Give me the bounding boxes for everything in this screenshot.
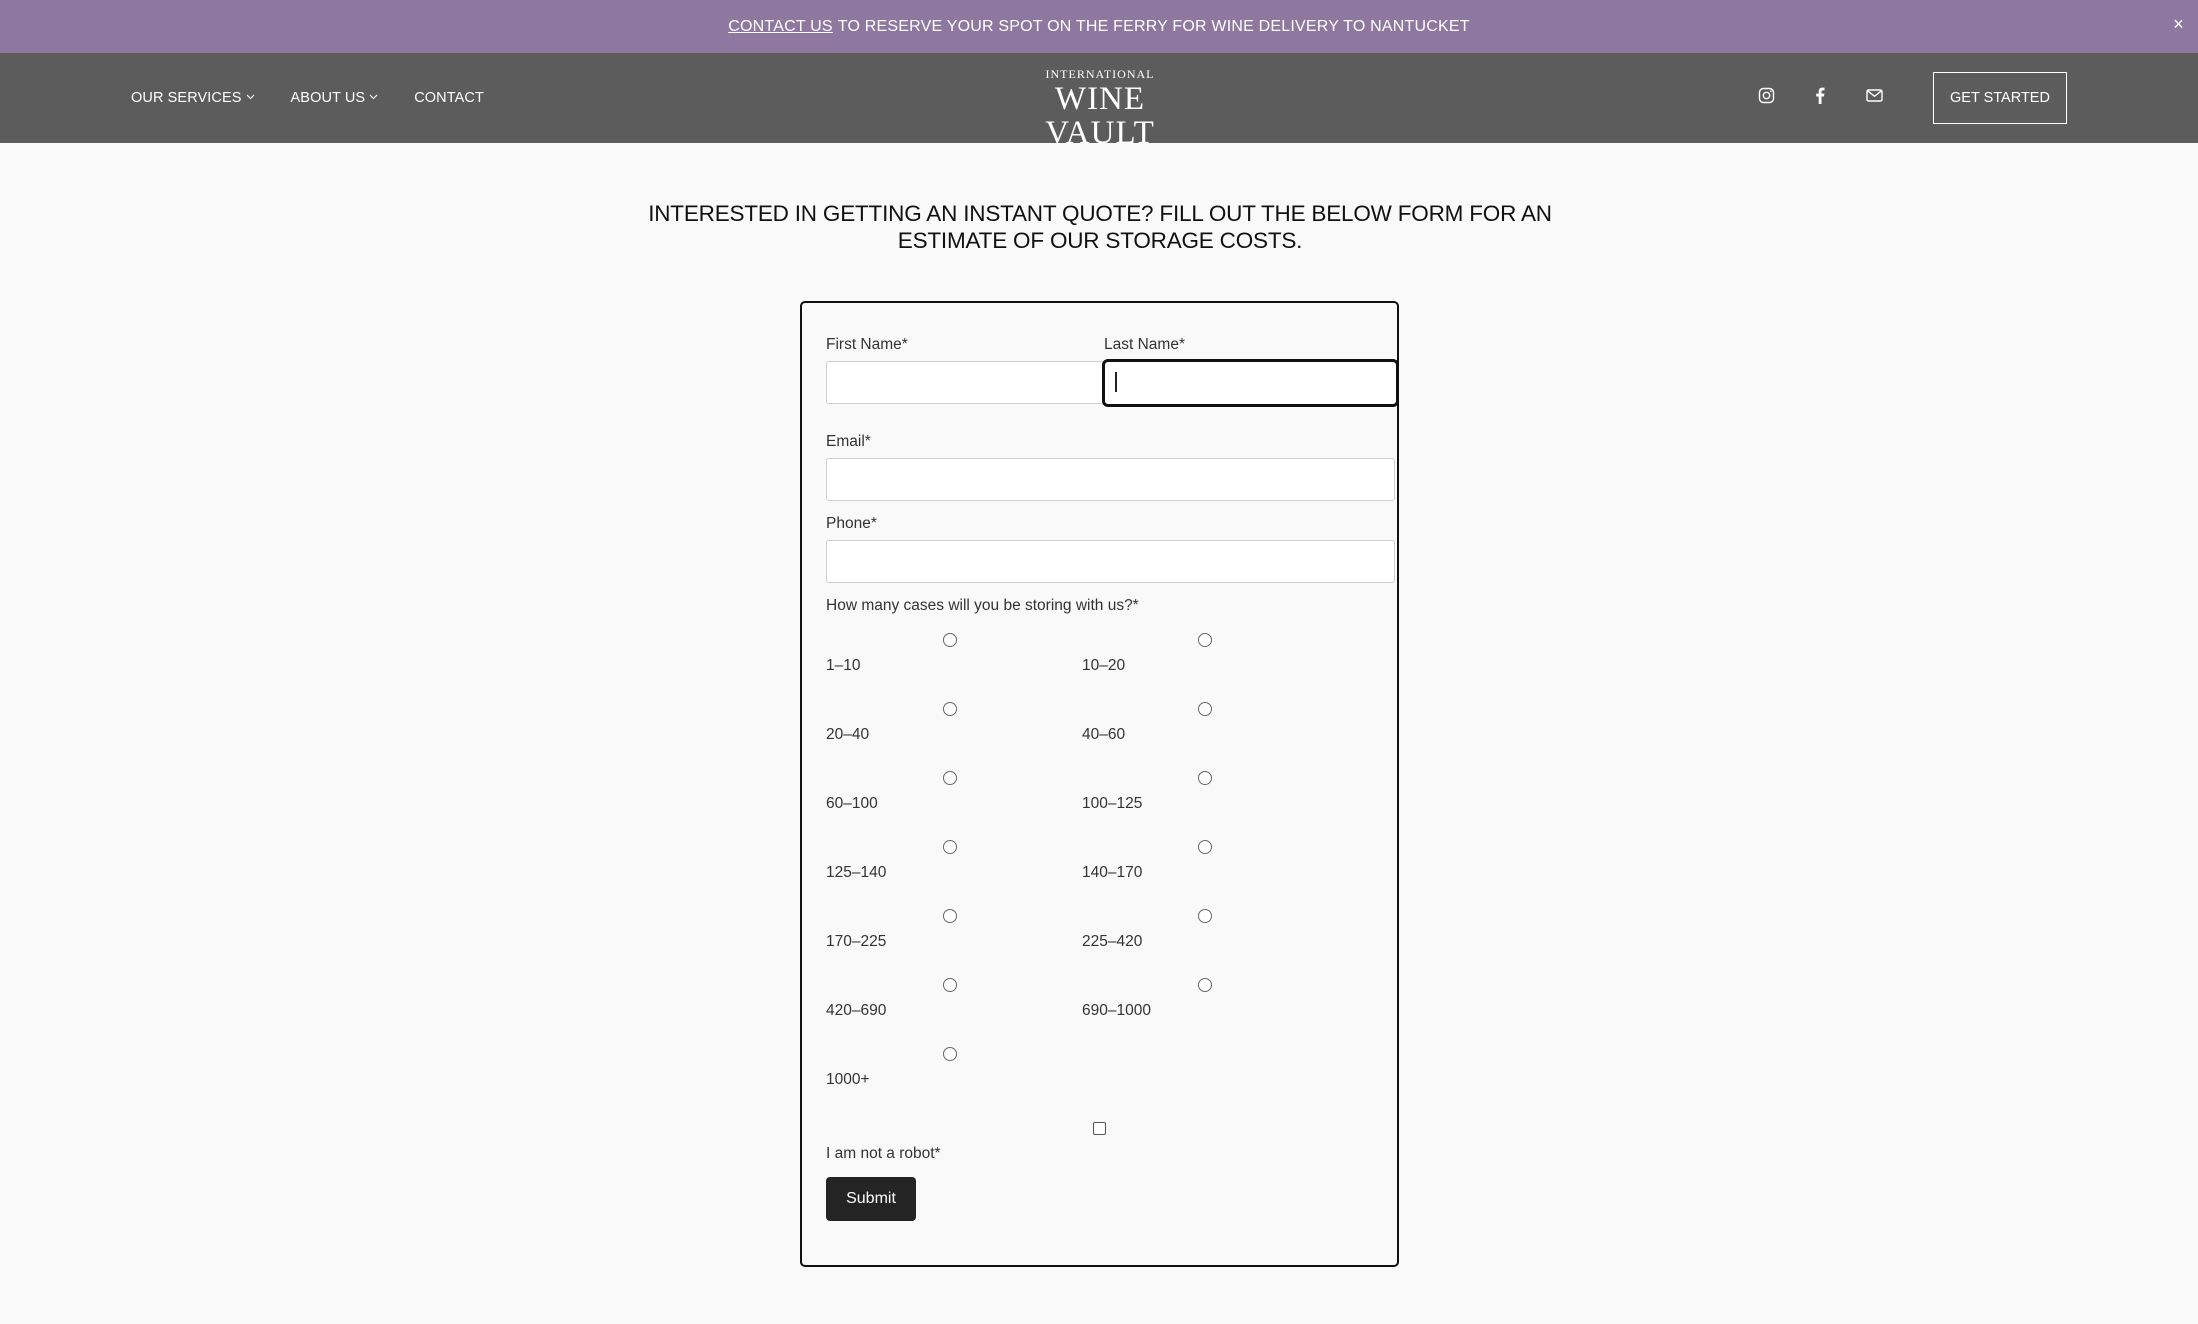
case-option-label: 170–225 — [826, 933, 887, 950]
case-option-radio[interactable] — [1198, 840, 1212, 854]
announcement-text: TO RESERVE YOUR SPOT ON THE FERRY FOR WI… — [837, 17, 1470, 35]
case-option-radio[interactable] — [943, 771, 957, 785]
site-logo[interactable]: INTERNATIONAL WINE VAULT — [1005, 67, 1195, 150]
case-option-label: 690–1000 — [1082, 1002, 1151, 1019]
case-option-label: 1000+ — [826, 1071, 870, 1088]
quote-form: First Name* Last Name* Email* Phone* How… — [800, 301, 1399, 1267]
case-option-radio[interactable] — [1198, 633, 1212, 647]
mail-icon[interactable] — [1865, 86, 1883, 104]
case-option-radio[interactable] — [1198, 909, 1212, 923]
cases-label: How many cases will you be storing with … — [826, 597, 1139, 614]
facebook-icon[interactable] — [1811, 86, 1829, 104]
robot-checkbox[interactable] — [1093, 1122, 1106, 1135]
case-option-radio[interactable] — [943, 633, 957, 647]
site-header: OUR SERVICES ABOUT US CONTACT INTERNATIO… — [0, 53, 2198, 150]
case-option-radio[interactable] — [1198, 771, 1212, 785]
social-links — [1757, 86, 1883, 104]
case-option-radio[interactable] — [943, 702, 957, 716]
case-option-radio[interactable] — [943, 909, 957, 923]
nav-about-us[interactable]: ABOUT US — [291, 90, 379, 106]
case-option-radio[interactable] — [943, 978, 957, 992]
instagram-icon[interactable] — [1757, 86, 1775, 104]
logo-main: WINE VAULT — [1045, 81, 1155, 151]
main-nav: OUR SERVICES ABOUT US CONTACT — [131, 53, 520, 143]
chevron-down-icon — [246, 92, 255, 102]
case-option-radio[interactable] — [943, 840, 957, 854]
nav-contact[interactable]: CONTACT — [414, 90, 484, 106]
case-option-radio[interactable] — [943, 1047, 957, 1061]
email-field[interactable] — [826, 458, 1395, 501]
get-started-button[interactable]: GET STARTED — [1933, 72, 2067, 124]
first-name-label: First Name* — [826, 336, 908, 353]
case-option-label: 420–690 — [826, 1002, 887, 1019]
case-option-label: 60–100 — [826, 795, 878, 812]
case-option-label: 225–420 — [1082, 933, 1143, 950]
last-name-input[interactable] — [1102, 359, 1399, 407]
robot-label: I am not a robot* — [826, 1145, 941, 1162]
submit-button[interactable]: Submit — [826, 1177, 916, 1221]
nav-our-services[interactable]: OUR SERVICES — [131, 90, 255, 106]
nav-contact-label: CONTACT — [414, 90, 484, 106]
contact-us-link[interactable]: CONTACT US — [728, 18, 833, 36]
logo-top-line: INTERNATIONAL — [1045, 67, 1155, 81]
case-option-label: 140–170 — [1082, 864, 1143, 881]
phone-field[interactable] — [826, 540, 1395, 583]
case-option-label: 1–10 — [826, 657, 861, 674]
announcement-bar: CONTACT US TO RESERVE YOUR SPOT ON THE F… — [0, 0, 2198, 53]
email-label: Email* — [826, 433, 871, 450]
case-option-label: 40–60 — [1082, 726, 1126, 743]
nav-our-services-label: OUR SERVICES — [131, 90, 242, 106]
case-option-radio[interactable] — [1198, 978, 1212, 992]
last-name-label: Last Name* — [1104, 336, 1185, 353]
text-caret — [1115, 372, 1117, 392]
first-name-input[interactable] — [826, 361, 1104, 404]
case-option-label: 100–125 — [1082, 795, 1143, 812]
case-option-radio[interactable] — [1198, 702, 1212, 716]
phone-label: Phone* — [826, 515, 877, 532]
page-headline: INTERESTED IN GETTING AN INSTANT QUOTE? … — [648, 201, 1552, 253]
nav-about-us-label: ABOUT US — [290, 90, 366, 106]
case-option-label: 125–140 — [826, 864, 887, 881]
chevron-down-icon — [369, 92, 378, 102]
case-option-label: 10–20 — [1082, 657, 1126, 674]
close-icon[interactable]: × — [2173, 14, 2184, 35]
case-option-label: 20–40 — [826, 726, 870, 743]
